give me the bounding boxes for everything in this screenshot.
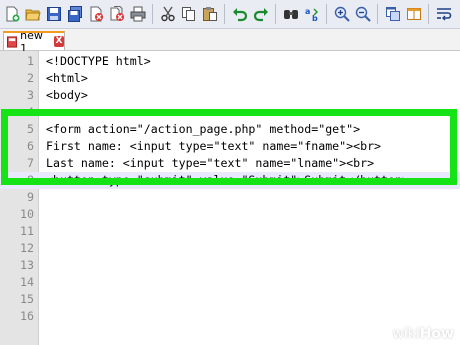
copy-icon[interactable] [179, 4, 198, 24]
line-number: 12 [20, 241, 34, 255]
tab-close-icon[interactable]: X [53, 36, 64, 47]
cut-icon[interactable] [158, 4, 177, 24]
line-code: <body> [46, 88, 88, 102]
line-code: <html> [46, 71, 88, 85]
svg-text:b: b [312, 14, 318, 22]
close-icon[interactable] [86, 4, 105, 24]
line-number: 16 [20, 309, 34, 323]
code-line[interactable]: 3 <body> [0, 87, 460, 104]
code-editor[interactable]: 1 <!DOCTYPE html> 2 <html> 3 <body> 4 5 <form ac… [0, 51, 460, 345]
close-all-icon[interactable] [107, 4, 126, 24]
sync-vertical-icon[interactable] [383, 4, 402, 24]
redo-icon[interactable] [251, 4, 270, 24]
save-all-icon[interactable] [65, 4, 84, 24]
document-icon [7, 35, 18, 48]
code-line[interactable]: 15 [0, 291, 460, 308]
line-number: 1 [27, 54, 34, 68]
undo-icon[interactable] [230, 4, 249, 24]
replace-icon[interactable]: ab [302, 4, 321, 24]
line-number: 9 [27, 190, 34, 204]
print-icon[interactable] [128, 4, 147, 24]
zoom-in-icon[interactable] [332, 4, 351, 24]
code-line[interactable]: 12 [0, 240, 460, 257]
word-wrap-icon[interactable] [434, 4, 453, 24]
line-number: 2 [27, 71, 34, 85]
code-line[interactable]: 9 [0, 189, 460, 206]
line-code: <!DOCTYPE html> [46, 54, 151, 68]
toolbar-divider [377, 4, 378, 24]
code-line[interactable]: 16 [0, 308, 460, 325]
tab-new-1[interactable]: new 1 X [3, 29, 65, 55]
toolbar: ab ¶ [0, 0, 460, 29]
line-number: 13 [20, 258, 34, 272]
code-line[interactable]: 13 [0, 257, 460, 274]
sync-horizontal-icon[interactable] [404, 4, 423, 24]
highlight-box [1, 109, 457, 185]
code-line[interactable]: 14 [0, 274, 460, 291]
code-line[interactable]: 11 [0, 223, 460, 240]
line-number: 14 [20, 275, 34, 289]
code-line[interactable]: 2 <html> [0, 70, 460, 87]
code-line[interactable]: 10 [0, 206, 460, 223]
toolbar-divider [275, 4, 276, 24]
toolbar-divider [224, 4, 225, 24]
wikihow-watermark: wikiHow [392, 326, 454, 342]
save-icon[interactable] [44, 4, 63, 24]
toolbar-divider [326, 4, 327, 24]
zoom-out-icon[interactable] [353, 4, 372, 24]
toolbar-divider [152, 4, 153, 24]
new-file-icon[interactable] [2, 4, 21, 24]
line-number: 3 [27, 88, 34, 102]
svg-text:a: a [305, 7, 310, 16]
tab-bar: new 1 X [0, 29, 460, 55]
line-number: 15 [20, 292, 34, 306]
show-symbols-icon[interactable]: ¶ [455, 4, 460, 24]
code-line[interactable]: 1 <!DOCTYPE html> [0, 53, 460, 70]
line-number: 10 [20, 207, 34, 221]
toolbar-divider [428, 4, 429, 24]
line-number: 11 [20, 224, 34, 238]
open-file-icon[interactable] [23, 4, 42, 24]
paste-icon[interactable] [200, 4, 219, 24]
find-icon[interactable] [281, 4, 300, 24]
